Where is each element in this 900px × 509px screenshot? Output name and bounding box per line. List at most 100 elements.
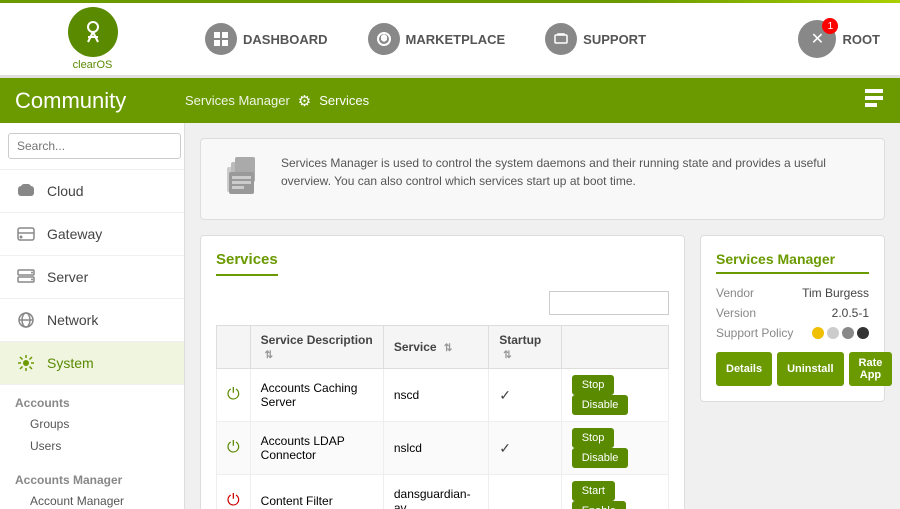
col-startup[interactable]: Startup ⇅ xyxy=(489,326,561,369)
sort-description-icon: ⇅ xyxy=(265,350,273,361)
content-area: Services Manager is used to control the … xyxy=(185,123,900,509)
nav-marketplace[interactable]: MARKETPLACE xyxy=(348,15,526,63)
status-stopped-icon: ⏻ xyxy=(227,492,240,509)
sidebar-users[interactable]: Users xyxy=(0,435,184,457)
sidebar-item-system[interactable]: System xyxy=(0,342,184,385)
breadcrumb-services: Services xyxy=(319,93,369,108)
table-header-row: Service Description ⇅ Service ⇅ Startup … xyxy=(217,326,669,369)
sidebar-sub-accounts: Accounts Groups Users xyxy=(0,385,184,462)
manager-vendor-row: Vendor Tim Burgess xyxy=(716,286,869,300)
root-icon-symbol: ✕ xyxy=(811,29,824,49)
community-title: Community xyxy=(15,88,185,114)
support-icon xyxy=(545,23,577,55)
services-info-icon xyxy=(216,154,266,204)
version-value: 2.0.5-1 xyxy=(832,306,869,320)
logo-text: clearOS xyxy=(73,59,113,71)
nav-marketplace-label: MARKETPLACE xyxy=(406,32,506,47)
sidebar-item-network[interactable]: Network xyxy=(0,299,184,342)
nav-support[interactable]: SUPPORT xyxy=(525,15,666,63)
two-panels: Services Service Description ⇅ xyxy=(200,235,885,509)
col-description-label: Service Description xyxy=(261,333,373,347)
dot-1 xyxy=(812,327,824,339)
description-cell: Accounts LDAP Connector xyxy=(250,422,383,475)
startup-cell xyxy=(489,475,561,509)
root-label: ROOT xyxy=(842,32,880,47)
nav-dashboard[interactable]: DASHBOARD xyxy=(185,15,348,63)
logo-icon xyxy=(68,7,118,57)
sidebar-item-cloud[interactable]: Cloud xyxy=(0,170,184,213)
manager-support-row: Support Policy xyxy=(716,326,869,340)
dot-2 xyxy=(827,327,839,339)
manager-card-title: Services Manager xyxy=(716,251,869,274)
stop-button[interactable]: Stop xyxy=(572,375,615,395)
status-cell: ⏻ xyxy=(217,369,251,422)
uninstall-button[interactable]: Uninstall xyxy=(777,352,843,386)
side-panel: Services Manager Vendor Tim Burgess Vers… xyxy=(685,235,885,509)
root-icon: ✕ 1 xyxy=(798,20,836,58)
system-icon xyxy=(15,352,37,374)
nav-dashboard-label: DASHBOARD xyxy=(243,32,328,47)
enable-button[interactable]: Enable xyxy=(572,501,626,509)
services-filter-input[interactable] xyxy=(549,291,669,315)
search-input[interactable] xyxy=(8,133,181,159)
breadcrumb-gear-icon: ⚙ xyxy=(298,92,311,110)
dot-4 xyxy=(857,327,869,339)
startup-cell: ✓ xyxy=(489,369,561,422)
actions-cell: Stop Disable xyxy=(561,369,668,422)
sidebar: 🔍 Cloud Gateway Server xyxy=(0,123,185,509)
details-button[interactable]: Details xyxy=(716,352,772,386)
stop-button[interactable]: Stop xyxy=(572,428,615,448)
disable-button[interactable]: Disable xyxy=(572,448,629,468)
status-running-icon: ⏻ xyxy=(227,386,240,403)
col-startup-label: Startup xyxy=(499,333,541,347)
disable-button[interactable]: Disable xyxy=(572,395,629,415)
dot-3 xyxy=(842,327,854,339)
services-title: Services xyxy=(216,251,278,276)
sidebar-item-server[interactable]: Server xyxy=(0,256,184,299)
root-menu[interactable]: ✕ 1 ROOT xyxy=(798,20,900,58)
search-bar: 🔍 xyxy=(0,123,184,170)
breadcrumb-bar: Community Services Manager ⚙ Services xyxy=(0,78,900,123)
rate-app-button[interactable]: Rate App xyxy=(849,352,893,386)
col-actions xyxy=(561,326,668,369)
description-cell: Content Filter xyxy=(250,475,383,509)
top-nav: DASHBOARD MARKETPLACE SUPPORT xyxy=(185,15,798,63)
service-cell: nslcd xyxy=(383,422,488,475)
support-label: Support Policy xyxy=(716,326,793,340)
description-cell: Accounts Caching Server xyxy=(250,369,383,422)
start-button[interactable]: Start xyxy=(572,481,615,501)
sidebar-gateway-label: Gateway xyxy=(47,226,102,242)
nav-support-label: SUPPORT xyxy=(583,32,646,47)
breadcrumb-services-manager[interactable]: Services Manager xyxy=(185,93,290,108)
actions-cell: Stop Disable xyxy=(561,422,668,475)
sort-startup-icon: ⇅ xyxy=(503,350,511,361)
sidebar-account-manager[interactable]: Account Manager xyxy=(0,490,184,509)
startup-check: ✓ xyxy=(499,440,511,456)
support-dots xyxy=(812,326,869,340)
service-cell: nscd xyxy=(383,369,488,422)
status-running-icon: ⏻ xyxy=(227,439,240,456)
table-row: ⏻ Content Filter dansguardian-av Start E… xyxy=(217,475,669,509)
sidebar-item-gateway[interactable]: Gateway xyxy=(0,213,184,256)
vendor-label: Vendor xyxy=(716,286,754,300)
table-row: ⏻ Accounts LDAP Connector nslcd ✓ Stop D… xyxy=(217,422,669,475)
status-cell: ⏻ xyxy=(217,475,251,509)
cloud-icon xyxy=(15,180,37,202)
gateway-icon xyxy=(15,223,37,245)
services-panel: Services Service Description ⇅ xyxy=(200,235,685,509)
root-badge: 1 xyxy=(822,18,838,34)
startup-cell: ✓ xyxy=(489,422,561,475)
col-service[interactable]: Service ⇅ xyxy=(383,326,488,369)
topbar: clearOS DASHBOARD MARKETPLACE SUPPORT ✕ … xyxy=(0,3,900,78)
dashboard-icon xyxy=(205,23,237,55)
info-box: Services Manager is used to control the … xyxy=(200,138,885,220)
manager-card: Services Manager Vendor Tim Burgess Vers… xyxy=(700,235,885,402)
network-icon xyxy=(15,309,37,331)
sidebar-system-label: System xyxy=(47,355,94,371)
version-label: Version xyxy=(716,306,756,320)
col-description[interactable]: Service Description ⇅ xyxy=(250,326,383,369)
sidebar-nav: Cloud Gateway Server Network xyxy=(0,170,184,385)
sidebar-groups[interactable]: Groups xyxy=(0,413,184,435)
page-icon xyxy=(863,87,885,114)
sidebar-server-label: Server xyxy=(47,269,88,285)
